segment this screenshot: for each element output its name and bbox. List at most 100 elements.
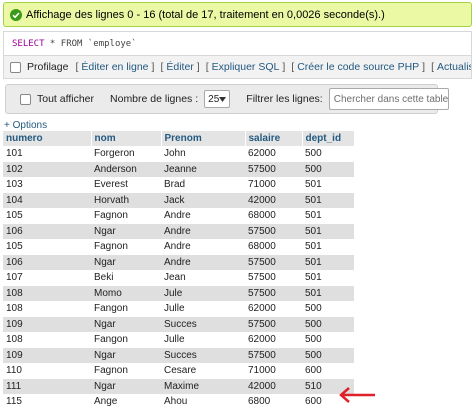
table-cell-dept-id: 500: [302, 316, 354, 332]
table-cell-salaire: 57500: [245, 254, 302, 270]
table-cell-nom: Fagnon: [91, 239, 161, 255]
table-cell-nom: Ngar: [91, 347, 161, 363]
table-cell-dept-id: 501: [302, 223, 354, 239]
edit-link[interactable]: Éditer: [166, 61, 193, 73]
table-row[interactable]: 108 Momo Jule 57500 501: [3, 285, 354, 301]
table-cell-salaire: 6800: [245, 394, 302, 408]
table-cell-prenom: Cesare: [161, 363, 245, 379]
table-cell-salaire: 68000: [245, 208, 302, 224]
table-row[interactable]: 103 Everest Brad 71000 501: [3, 177, 354, 193]
table-cell-prenom: Maxime: [161, 378, 245, 394]
table-cell-dept-id: 501: [302, 285, 354, 301]
table-cell-salaire: 42000: [245, 192, 302, 208]
table-cell-prenom: Julle: [161, 301, 245, 317]
table-cell-numero: 115: [3, 394, 91, 408]
rows-per-page-value: 25: [208, 93, 220, 105]
table-cell-dept-id: 500: [302, 347, 354, 363]
sql-query-box[interactable]: SELECT * FROM `employe`: [3, 31, 472, 55]
table-row[interactable]: 101 Forgeron John 62000 500: [3, 146, 354, 162]
table-row[interactable]: 102 Anderson Jeanne 57500 500: [3, 161, 354, 177]
table-row[interactable]: 109 Ngar Succes 57500 500: [3, 347, 354, 363]
column-header-numero[interactable]: numero: [3, 131, 92, 146]
table-body: 101 Forgeron John 62000 500 102 Anderson Jeanne…: [3, 146, 354, 408]
table-cell-prenom: Jeanne: [161, 161, 245, 177]
table-cell-numero: 111: [3, 378, 91, 394]
table-cell-numero: 106: [3, 254, 91, 270]
table-cell-nom: Ange: [91, 394, 161, 408]
table-cell-prenom: John: [161, 146, 245, 162]
table-cell-nom: Forgeron: [91, 146, 161, 162]
table-cell-dept-id: 501: [302, 177, 354, 193]
table-cell-salaire: 62000: [245, 146, 302, 162]
table-cell-nom: Horvath: [91, 192, 161, 208]
table-cell-numero: 109: [3, 316, 91, 332]
column-header-nom[interactable]: nom: [91, 131, 162, 146]
show-all-label: Tout afficher: [37, 93, 95, 105]
table-row[interactable]: 105 Fagnon Andre 68000 501: [3, 208, 354, 224]
table-cell-prenom: Brad: [161, 177, 245, 193]
checkmark-icon: [10, 8, 22, 21]
table-cell-nom: Ngar: [91, 254, 161, 270]
table-cell-salaire: 57500: [245, 316, 302, 332]
table-cell-prenom: Succes: [161, 316, 245, 332]
table-cell-nom: Fagnon: [91, 208, 161, 224]
table-cell-numero: 104: [3, 192, 91, 208]
inline-edit-link[interactable]: Éditer en ligne: [81, 61, 148, 73]
show-all-checkbox[interactable]: [20, 93, 31, 105]
table-cell-nom: Fangon: [91, 301, 161, 317]
table-cell-numero: 109: [3, 347, 91, 363]
table-row[interactable]: 107 Beki Jean 57500 501: [3, 270, 354, 286]
table-cell-dept-id: 501: [302, 270, 354, 286]
table-cell-prenom: Jack: [161, 192, 245, 208]
table-cell-nom: Beki: [91, 270, 161, 286]
table-cell-nom: Ngar: [91, 223, 161, 239]
table-row[interactable]: 106 Ngar Andre 57500 501: [3, 223, 354, 239]
table-row[interactable]: 104 Horvath Jack 42000 501: [3, 192, 354, 208]
table-cell-dept-id: 501: [302, 239, 354, 255]
table-cell-prenom: Andre: [161, 254, 245, 270]
table-cell-nom: Momo: [91, 285, 161, 301]
table-cell-numero: 101: [3, 146, 91, 162]
table-cell-salaire: 62000: [245, 332, 302, 348]
options-link[interactable]: + Options: [4, 120, 47, 131]
table-cell-numero: 108: [3, 285, 91, 301]
table-cell-numero: 105: [3, 208, 91, 224]
table-row[interactable]: 115 Ange Ahou 6800 600: [3, 394, 354, 408]
table-row[interactable]: 110 Fagnon Cesare 71000 600: [3, 363, 354, 379]
red-arrow-icon: [339, 387, 375, 403]
table-row[interactable]: 106 Ngar Andre 57500 501: [3, 254, 354, 270]
rows-per-page-select[interactable]: 25: [204, 90, 231, 108]
table-cell-dept-id: 501: [302, 254, 354, 270]
rows-per-page-label: Nombre de lignes :: [110, 93, 199, 105]
column-header-dept-id[interactable]: dept_id: [302, 131, 355, 146]
table-cell-salaire: 71000: [245, 363, 302, 379]
table-cell-prenom: Andre: [161, 223, 245, 239]
table-cell-dept-id: 500: [302, 161, 354, 177]
table-cell-numero: 105: [3, 239, 91, 255]
table-cell-dept-id: 501: [302, 208, 354, 224]
table-row[interactable]: 109 Ngar Succes 57500 500: [3, 316, 354, 332]
table-cell-numero: 102: [3, 161, 91, 177]
success-message-text: Affichage des lignes 0 - 16 (total de 17…: [26, 8, 385, 21]
table-cell-salaire: 57500: [245, 285, 302, 301]
table-cell-numero: 108: [3, 332, 91, 348]
table-cell-dept-id: 501: [302, 192, 354, 208]
table-row[interactable]: 111 Ngar Maxime 42000 510: [3, 378, 354, 394]
profiling-checkbox[interactable]: [10, 61, 21, 73]
table-row[interactable]: 108 Fangon Julle 62000 500: [3, 301, 354, 317]
table-row[interactable]: 108 Fangon Julle 62000 500: [3, 332, 354, 348]
table-cell-salaire: 57500: [245, 347, 302, 363]
column-header-salaire[interactable]: salaire: [245, 131, 303, 146]
column-header-prenom[interactable]: Prenom: [161, 131, 246, 146]
filter-rows-input[interactable]: Chercher dans cette table: [328, 88, 450, 110]
explain-sql-link[interactable]: Expliquer SQL: [212, 61, 280, 73]
filter-rows-label: Filtrer les lignes:: [246, 93, 323, 105]
refresh-link[interactable]: Actualiser: [437, 61, 471, 73]
table-cell-prenom: Andre: [161, 208, 245, 224]
create-php-code-link[interactable]: Créer le code source PHP: [297, 61, 419, 73]
table-cell-salaire: 42000: [245, 378, 302, 394]
table-cell-numero: 107: [3, 270, 91, 286]
table-cell-salaire: 57500: [245, 270, 302, 286]
results-table: numero nom Prenom salaire dept_id 101 For…: [3, 131, 355, 408]
table-row[interactable]: 105 Fagnon Andre 68000 501: [3, 239, 354, 255]
